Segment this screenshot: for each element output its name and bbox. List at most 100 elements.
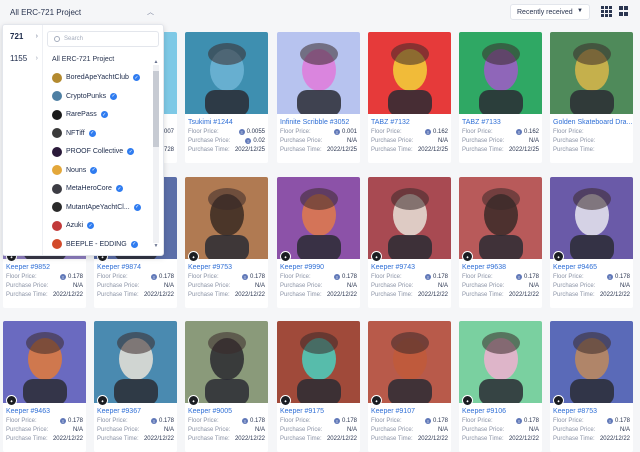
grid-2-view-icon[interactable]	[619, 6, 630, 17]
nft-card[interactable]: Tsukimi #1244 Floor Price: Ξ 0.0055 Purchase…	[185, 32, 268, 163]
nft-card[interactable]: ◆ Keeper #9005 Floor Price: Ξ 0.178 Purchase …	[185, 321, 268, 452]
row-value-text: N/A	[163, 283, 174, 289]
nft-card[interactable]: ◆ Keeper #9107 Floor Price: Ξ 0.178 Purchase …	[368, 321, 451, 452]
eth-icon: Ξ	[606, 418, 613, 424]
project-filter-select[interactable]: All ERC-721 Project ︿	[4, 4, 162, 21]
row-value-text: 2022/12/22	[52, 436, 83, 442]
nft-card[interactable]: TABZ #7132 Floor Price: Ξ 0.162 Purchase Pri…	[368, 32, 451, 163]
nft-card[interactable]: ◆ Keeper #9367 Floor Price: Ξ 0.178 Purchase …	[94, 321, 177, 452]
dropdown-item[interactable]: NFTiff ✓	[47, 124, 159, 143]
dropdown-item-all[interactable]: All ERC-721 Project	[47, 50, 159, 69]
nft-name[interactable]: TABZ #7132	[371, 119, 410, 126]
nft-card[interactable]: Golden Skateboard Dra... Floor Price: Purc…	[550, 32, 633, 163]
dropdown-item-label: CryptoPunks	[66, 92, 107, 100]
row-value: N/A	[620, 283, 630, 289]
row-value-text: N/A	[346, 138, 357, 144]
nft-image[interactable]	[185, 177, 268, 259]
nft-name[interactable]: Keeper #9175	[280, 408, 324, 415]
standard-721[interactable]: 721 ›	[3, 25, 42, 47]
scroll-down-icon[interactable]: ▼	[153, 243, 159, 249]
nft-name[interactable]: Infinite Scribble #3052	[280, 119, 349, 126]
nft-card[interactable]: ◆ Keeper #9175 Floor Price: Ξ 0.178 Purchase …	[277, 321, 360, 452]
nft-name[interactable]: Keeper #9107	[371, 408, 415, 415]
nft-image[interactable]	[459, 321, 542, 403]
nft-image[interactable]	[94, 321, 177, 403]
nft-name[interactable]: Golden Skateboard Dra...	[553, 119, 632, 126]
nft-card[interactable]: ◆ Keeper #9743 Floor Price: Ξ 0.178 Purchase …	[368, 177, 451, 308]
nft-name[interactable]: Keeper #9852	[6, 264, 50, 271]
nft-image[interactable]	[277, 177, 360, 259]
dropdown-item[interactable]: BoredApeYachtClub ✓	[47, 69, 159, 88]
dropdown-scrollbar[interactable]: ▲ ▼	[153, 59, 159, 249]
nft-name[interactable]: Keeper #9638	[462, 264, 506, 271]
nft-image[interactable]	[185, 32, 268, 114]
nft-card[interactable]: ◆ Keeper #9463 Floor Price: Ξ 0.178 Purchase …	[3, 321, 86, 452]
sort-select[interactable]: Recently received ▼	[510, 4, 590, 20]
eth-icon: Ξ	[606, 274, 613, 280]
grid-3-view-icon[interactable]	[601, 6, 612, 17]
nft-name[interactable]: Keeper #9743	[371, 264, 415, 271]
row-label: Purchase Price:	[6, 283, 49, 289]
nft-card[interactable]: ◆ Keeper #9638 Floor Price: Ξ 0.178 Purchase …	[459, 177, 542, 308]
dropdown-item[interactable]: RarePass ✓	[47, 106, 159, 125]
dropdown-item[interactable]: MutantApeYachtCl... ✓	[47, 198, 159, 217]
dropdown-item[interactable]: Nouns ✓	[47, 161, 159, 180]
dropdown-item[interactable]: CryptoPunks ✓	[47, 87, 159, 106]
nft-image[interactable]	[459, 32, 542, 114]
dropdown-item[interactable]: Azuki ✓	[47, 217, 159, 236]
row-value: Ξ 0.178	[333, 418, 357, 424]
nft-image[interactable]	[277, 321, 360, 403]
nft-name[interactable]: Keeper #9005	[188, 408, 232, 415]
nft-name[interactable]: TABZ #7133	[462, 119, 501, 126]
nft-name[interactable]: Tsukimi #1244	[188, 119, 233, 126]
dropdown-item[interactable]: MetaHeroCore ✓	[47, 180, 159, 199]
nft-card[interactable]: ◆ Keeper #9753 Floor Price: Ξ 0.178 Purchase …	[185, 177, 268, 308]
nft-card[interactable]: TABZ #7133 Floor Price: Ξ 0.162 Purchase Pri…	[459, 32, 542, 163]
nft-image[interactable]	[550, 32, 633, 114]
nft-image[interactable]	[368, 32, 451, 114]
dropdown-item[interactable]: PROOF Collective ✓	[47, 143, 159, 162]
dropdown-item[interactable]: BEEPLE - EDDING ✓	[47, 235, 159, 254]
nft-image[interactable]	[368, 177, 451, 259]
nft-image[interactable]	[459, 177, 542, 259]
verified-icon: ✓	[127, 148, 135, 156]
row-value: N/A	[529, 283, 539, 289]
nft-card[interactable]: Infinite Scribble #3052 Floor Price: Ξ 0.00…	[277, 32, 360, 163]
nft-name[interactable]: Keeper #9874	[97, 264, 141, 271]
nft-image[interactable]	[550, 177, 633, 259]
nft-name[interactable]: Keeper #9463	[6, 408, 50, 415]
nft-name[interactable]: Keeper #9990	[280, 264, 324, 271]
row-value-text: 0.178	[341, 418, 357, 424]
floor-price-row: Floor Price: Ξ 0.178	[188, 418, 265, 424]
nft-image[interactable]	[277, 32, 360, 114]
standard-1155[interactable]: 1155 ›	[3, 47, 42, 69]
row-value-text: N/A	[437, 138, 448, 144]
nft-card[interactable]: ◆ Keeper #9990 Floor Price: Ξ 0.178 Purchase …	[277, 177, 360, 308]
collection-badge-icon: ◆	[553, 251, 564, 262]
row-label: Purchase Time:	[6, 292, 48, 298]
nft-image[interactable]	[185, 321, 268, 403]
floor-price-row: Floor Price: Ξ 0.001	[280, 129, 357, 135]
nft-name[interactable]: Keeper #8753	[553, 408, 597, 415]
row-value-text: 2022/12/22	[417, 436, 448, 442]
row-value-text: N/A	[254, 427, 265, 433]
collection-badge-icon: ◆	[6, 395, 17, 406]
collection-badge-icon: ◆	[97, 395, 108, 406]
nft-image[interactable]	[550, 321, 633, 403]
nft-card[interactable]: ◆ Keeper #9106 Floor Price: Ξ 0.178 Purchase …	[459, 321, 542, 452]
row-value: 2022/12/25	[509, 147, 539, 153]
scroll-up-icon[interactable]: ▲	[153, 59, 159, 65]
nft-card[interactable]: ◆ Keeper #8753 Floor Price: Ξ 0.178 Purchase …	[550, 321, 633, 452]
search-input[interactable]: Search	[47, 31, 159, 47]
nft-image[interactable]	[3, 321, 86, 403]
nft-name[interactable]: Keeper #9106	[462, 408, 506, 415]
row-label: Purchase Time:	[280, 292, 322, 298]
nft-name[interactable]: Keeper #9465	[553, 264, 597, 271]
row-label: Floor Price:	[371, 418, 402, 424]
nft-card[interactable]: ◆ Keeper #9465 Floor Price: Ξ 0.178 Purchase …	[550, 177, 633, 308]
purchase-time-row: Purchase Time: 2022/12/22	[6, 292, 83, 298]
scrollbar-thumb[interactable]	[153, 71, 159, 147]
nft-name[interactable]: Keeper #9753	[188, 264, 232, 271]
nft-name[interactable]: Keeper #9367	[97, 408, 141, 415]
nft-image[interactable]	[368, 321, 451, 403]
